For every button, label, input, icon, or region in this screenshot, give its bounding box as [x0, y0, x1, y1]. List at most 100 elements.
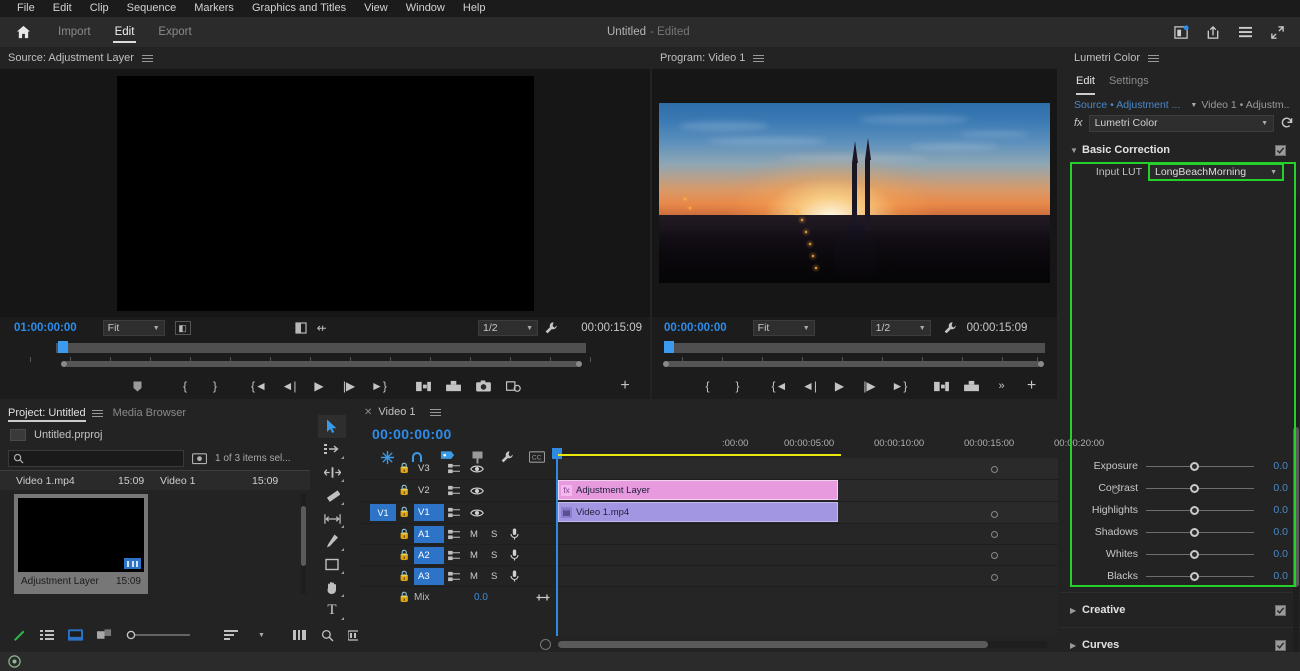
- track-name-v1[interactable]: V1: [414, 504, 444, 521]
- slider-value[interactable]: 0.0: [1254, 570, 1288, 582]
- source-current-timecode[interactable]: 01:00:00:00: [14, 322, 77, 334]
- slider-knob[interactable]: [1190, 571, 1199, 581]
- slider-knob[interactable]: [1190, 483, 1199, 493]
- input-lut-select[interactable]: LongBeachMorning ▼: [1148, 163, 1284, 181]
- source-zoom-scrollbar[interactable]: [61, 361, 582, 367]
- slider-track[interactable]: [1146, 482, 1254, 494]
- fullscreen-icon[interactable]: [1268, 23, 1286, 41]
- timeline-menu-icon[interactable]: [429, 407, 441, 418]
- program-resolution-select[interactable]: 1/2 ▼: [870, 320, 931, 336]
- menu-item-edit[interactable]: Edit: [44, 0, 81, 17]
- menu-item-markers[interactable]: Markers: [185, 0, 243, 17]
- slider-whites[interactable]: Whites 0.0: [1060, 543, 1300, 565]
- razor-tool[interactable]: [318, 530, 346, 553]
- chevron-down-icon[interactable]: ▼: [1190, 102, 1197, 109]
- slider-track[interactable]: [1146, 570, 1254, 582]
- lumetri-panel-title[interactable]: Lumetri Color: [1074, 52, 1140, 64]
- menu-item-clip[interactable]: Clip: [81, 0, 118, 17]
- tab-settings[interactable]: Settings: [1109, 75, 1149, 95]
- search-input[interactable]: [8, 449, 184, 467]
- insert-icon[interactable]: [408, 373, 438, 399]
- menu-item-window[interactable]: Window: [397, 0, 454, 17]
- creative-checkbox[interactable]: [1275, 604, 1286, 616]
- solo-button-a1[interactable]: S: [491, 529, 497, 540]
- source-in-out-icon[interactable]: ◧: [174, 321, 191, 335]
- close-icon[interactable]: ✕: [364, 407, 372, 418]
- source-monitor-canvas[interactable]: [0, 69, 650, 317]
- automate-to-sequence-icon[interactable]: [292, 629, 307, 641]
- mark-out-icon[interactable]: }: [723, 373, 753, 399]
- track-name-v3[interactable]: V3: [414, 460, 444, 477]
- lock-icon[interactable]: 🔒: [398, 507, 410, 518]
- source-display-mode-icon[interactable]: [295, 322, 307, 334]
- source-track-indicator-v1[interactable]: V1: [370, 504, 396, 521]
- slider-track[interactable]: [1146, 460, 1254, 472]
- sync-lock-icon[interactable]: [448, 463, 461, 474]
- step-back-icon[interactable]: ◄|: [795, 373, 825, 399]
- publish-icon[interactable]: [1172, 23, 1190, 41]
- lift-icon[interactable]: [927, 373, 957, 399]
- play-icon[interactable]: ▶: [825, 373, 855, 399]
- effect-select[interactable]: Lumetri Color ▼: [1088, 114, 1274, 132]
- selection-tool[interactable]: [318, 415, 346, 438]
- go-to-out-icon[interactable]: ►}: [364, 373, 394, 399]
- tab-project-untitled[interactable]: Project: Untitled: [8, 402, 86, 424]
- timeline-clip-area[interactable]: fx Adjustment Layer ▤ Video 1.mp4: [552, 448, 1119, 636]
- slider-exposure[interactable]: Exposure 0.0: [1060, 455, 1300, 477]
- go-to-in-icon[interactable]: {◄: [765, 373, 795, 399]
- program-playhead[interactable]: [664, 341, 674, 353]
- wrench-icon[interactable]: [544, 321, 558, 335]
- menu-item-help[interactable]: Help: [454, 0, 495, 17]
- slider-knob[interactable]: [1190, 549, 1199, 559]
- more-options-icon[interactable]: »: [987, 373, 1017, 399]
- creative-section-header[interactable]: ▶ Creative: [1060, 592, 1300, 627]
- mark-in-icon[interactable]: {: [693, 373, 723, 399]
- track-name-a3[interactable]: A3: [414, 567, 444, 585]
- tab-export[interactable]: Export: [146, 17, 203, 47]
- sync-lock-icon[interactable]: [448, 571, 461, 582]
- extract-icon[interactable]: [957, 373, 987, 399]
- zoom-slider[interactable]: [126, 630, 192, 640]
- mute-button-a2[interactable]: M: [470, 550, 478, 561]
- tab-import[interactable]: Import: [46, 17, 103, 47]
- rate-stretch-tool[interactable]: [318, 507, 346, 530]
- ripple-edit-tool[interactable]: [318, 461, 346, 484]
- project-menu-icon[interactable]: [91, 408, 103, 419]
- program-zoom-scrollbar[interactable]: [663, 361, 1044, 367]
- lumetri-scrollbar[interactable]: [1293, 197, 1299, 667]
- menu-item-graphics-and-titles[interactable]: Graphics and Titles: [243, 0, 355, 17]
- overwrite-icon[interactable]: [438, 373, 468, 399]
- lock-icon[interactable]: 🔒: [398, 571, 410, 582]
- slider-value[interactable]: 0.0: [1254, 504, 1288, 516]
- slip-tool[interactable]: [318, 553, 346, 576]
- source-scrub-area[interactable]: [0, 339, 650, 369]
- program-monitor-menu-icon[interactable]: [753, 53, 765, 64]
- timeline-timecode[interactable]: 00:00:00:00: [372, 426, 452, 442]
- tab-media-browser[interactable]: Media Browser: [113, 402, 186, 424]
- go-to-in-icon[interactable]: {◄: [244, 373, 274, 399]
- lock-icon[interactable]: 🔒: [398, 592, 410, 603]
- solo-button-a3[interactable]: S: [491, 571, 497, 582]
- track-name-v2[interactable]: V2: [414, 482, 444, 499]
- program-scrub-area[interactable]: [652, 339, 1057, 369]
- mute-button-a1[interactable]: M: [470, 529, 478, 540]
- track-name-a1[interactable]: A1: [414, 525, 444, 543]
- timeline-clip-adjustment-layer[interactable]: fx Adjustment Layer: [558, 480, 1119, 500]
- slider-knob[interactable]: [1190, 461, 1199, 471]
- reset-icon[interactable]: [1280, 116, 1294, 130]
- basic-correction-checkbox[interactable]: [1275, 144, 1286, 156]
- track-visibility-icon[interactable]: [470, 508, 484, 518]
- microphone-icon[interactable]: [510, 528, 519, 540]
- lumetri-menu-icon[interactable]: [1148, 53, 1160, 64]
- workspace-icon[interactable]: [1236, 23, 1254, 41]
- lock-icon[interactable]: 🔒: [398, 529, 410, 540]
- step-forward-icon[interactable]: |▶: [855, 373, 885, 399]
- slider-track[interactable]: [1146, 504, 1254, 516]
- list-view-icon[interactable]: [40, 629, 54, 641]
- timeline-playhead[interactable]: [552, 448, 562, 636]
- lock-icon[interactable]: 🔒: [398, 550, 410, 561]
- source-resolution-select[interactable]: 1/2 ▼: [478, 320, 538, 336]
- track-name-a2[interactable]: A2: [414, 546, 444, 564]
- mix-pan-icon[interactable]: [536, 593, 550, 602]
- timeline-clip-video-1[interactable]: ▤ Video 1.mp4: [558, 502, 838, 522]
